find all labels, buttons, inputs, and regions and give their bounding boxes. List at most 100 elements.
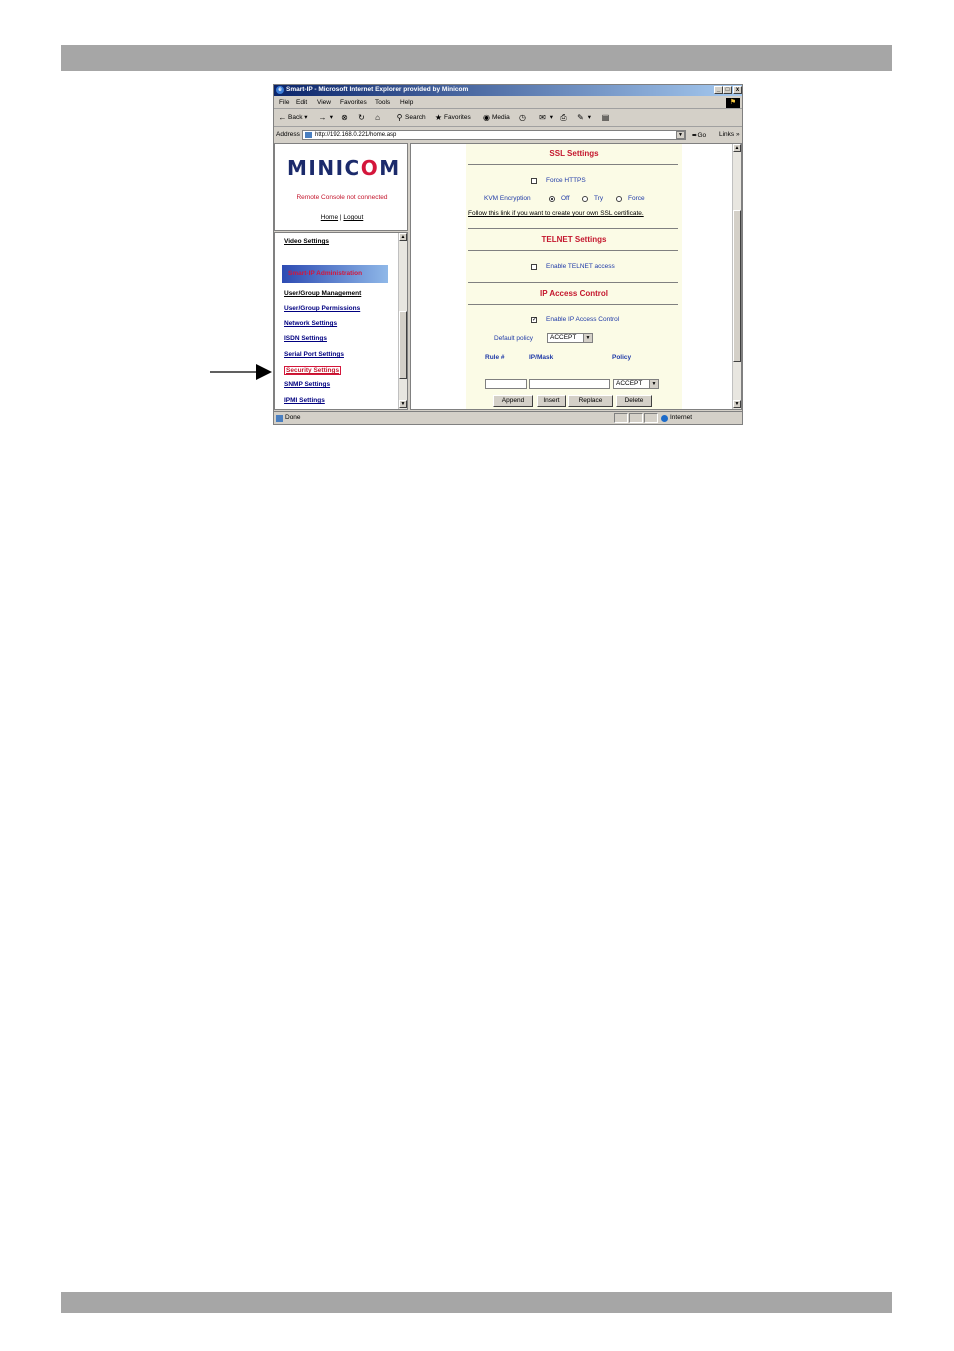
forward-button[interactable]: → ▾ xyxy=(318,113,334,122)
nav-isdn-settings[interactable]: ISDN Settings xyxy=(284,335,327,342)
logo-o-mark: O xyxy=(360,156,380,180)
security-zone-text: Internet xyxy=(670,414,693,421)
console-status-text: Remote Console not connected xyxy=(296,194,388,201)
nav-snmp-settings[interactable]: SNMP Settings xyxy=(284,381,330,388)
status-cell xyxy=(629,413,643,423)
replace-button[interactable]: Replace xyxy=(568,395,613,407)
maximize-button[interactable]: □ xyxy=(723,86,732,94)
nav-user-group-management[interactable]: User/Group Management xyxy=(284,290,361,297)
ip-access-section-title: IP Access Control xyxy=(539,289,609,298)
go-button[interactable]: ➨Go xyxy=(692,131,706,139)
edit-button[interactable]: ✎ ▾ xyxy=(576,113,591,122)
nav-user-group-permissions[interactable]: User/Group Permissions xyxy=(284,305,360,312)
menu-favorites[interactable]: Favorites xyxy=(340,99,367,106)
favorites-icon: ★ xyxy=(434,113,443,122)
dropdown-arrow-icon: ▼ xyxy=(649,380,658,388)
rule-policy-value: ACCEPT xyxy=(616,380,643,387)
minimize-button[interactable]: _ xyxy=(714,86,723,94)
media-button[interactable]: ◉ Media xyxy=(482,113,510,122)
home-link[interactable]: Home xyxy=(321,214,338,221)
internet-zone-icon xyxy=(661,415,668,422)
browser-window: e Smart-IP - Microsoft Internet Explorer… xyxy=(273,84,743,425)
forward-arrow-icon: → xyxy=(318,113,327,122)
telnet-section-title: TELNET Settings xyxy=(541,235,607,244)
links-button[interactable]: Links » xyxy=(719,131,740,138)
print-button[interactable]: ⎙ xyxy=(559,113,569,122)
back-label: Back xyxy=(288,114,303,122)
content-frame: SSL Settings Force HTTPS KVM Encryption … xyxy=(410,143,742,410)
ip-access-enable-label: Enable IP Access Control xyxy=(546,316,620,323)
menu-view[interactable]: View xyxy=(317,99,331,106)
menu-file[interactable]: File xyxy=(279,99,289,106)
ip-mask-input[interactable] xyxy=(529,379,610,389)
nav-ipmi-settings[interactable]: IPMI Settings xyxy=(284,397,325,404)
search-button[interactable]: ⚲ Search xyxy=(395,113,426,122)
telnet-enable-label: Enable TELNET access xyxy=(546,263,615,270)
menu-edit[interactable]: Edit xyxy=(296,99,307,106)
scroll-thumb[interactable] xyxy=(733,210,741,362)
home-button[interactable]: ⌂ xyxy=(373,113,383,122)
history-button[interactable]: ◷ xyxy=(518,113,528,122)
discuss-button[interactable]: ▤ xyxy=(601,113,611,122)
refresh-icon: ↻ xyxy=(358,113,365,122)
status-bar: Done Internet xyxy=(274,411,742,424)
address-bar: Address http://192.168.0.221/home.asp ▼ … xyxy=(274,128,742,141)
back-button[interactable]: ← Back ▾ xyxy=(278,113,308,122)
rule-number-input[interactable] xyxy=(485,379,527,389)
windows-flag-icon: ⚑ xyxy=(726,98,740,108)
kvm-force-radio[interactable] xyxy=(616,196,622,202)
favorites-button[interactable]: ★ Favorites xyxy=(434,113,471,122)
refresh-button[interactable]: ↻ xyxy=(357,113,367,122)
nav-video-settings[interactable]: Video Settings xyxy=(284,238,329,245)
menu-help[interactable]: Help xyxy=(400,99,413,106)
ip-mask-header: IP/Mask xyxy=(529,354,554,361)
nav-security-settings[interactable]: Security Settings xyxy=(284,366,342,375)
telnet-enable-checkbox[interactable] xyxy=(531,264,537,270)
ip-access-enable-checkbox[interactable]: ✓ xyxy=(531,317,537,323)
ssl-section-title: SSL Settings xyxy=(549,149,599,158)
scroll-thumb[interactable] xyxy=(399,311,407,379)
menu-tools[interactable]: Tools xyxy=(375,99,390,106)
admin-section-banner: Smart-IP Administration xyxy=(282,265,388,283)
go-label: Go xyxy=(697,132,707,139)
kvm-try-label: Try xyxy=(594,195,604,202)
insert-button[interactable]: Insert xyxy=(537,395,566,407)
media-icon: ◉ xyxy=(483,113,490,122)
logout-link[interactable]: Logout xyxy=(343,214,363,221)
nav-network-settings[interactable]: Network Settings xyxy=(284,320,337,327)
page-icon xyxy=(305,132,312,138)
page-done-icon xyxy=(276,415,283,422)
ssl-certificate-link[interactable]: Follow this link if you want to create y… xyxy=(468,210,644,217)
stop-button[interactable]: ⊗ xyxy=(340,113,350,122)
page-header-bar xyxy=(61,45,892,71)
policy-header: Policy xyxy=(612,354,632,361)
left-header-frame: MINICOM Remote Console not connected Hom… xyxy=(274,143,408,231)
append-button[interactable]: Append xyxy=(493,395,533,407)
close-button[interactable]: x xyxy=(733,86,742,94)
history-icon: ◷ xyxy=(519,113,526,122)
left-nav-frame: Video Settings Smart-IP Administration U… xyxy=(274,232,408,410)
address-input[interactable]: http://192.168.0.221/home.asp xyxy=(302,130,686,140)
address-dropdown-button[interactable]: ▼ xyxy=(676,131,685,139)
scroll-up-arrow-icon[interactable]: ▲ xyxy=(399,233,407,241)
default-policy-select[interactable]: ACCEPT ▼ xyxy=(547,333,593,343)
kvm-off-label: Off xyxy=(561,195,570,202)
address-url: http://192.168.0.221/home.asp xyxy=(315,132,397,138)
scroll-up-arrow-icon[interactable]: ▲ xyxy=(733,144,741,152)
mail-button[interactable]: ✉ ▾ xyxy=(538,113,553,122)
page-footer-bar xyxy=(61,1292,892,1313)
force-https-checkbox[interactable] xyxy=(531,178,537,184)
favorites-label: Favorites xyxy=(444,114,471,122)
media-label: Media xyxy=(492,114,510,122)
content-scrollbar[interactable]: ▲ ▼ xyxy=(732,144,741,409)
kvm-try-radio[interactable] xyxy=(582,196,588,202)
rule-policy-select[interactable]: ACCEPT ▼ xyxy=(613,379,659,389)
status-text: Done xyxy=(285,414,301,421)
scroll-down-arrow-icon[interactable]: ▼ xyxy=(399,400,407,408)
scroll-down-arrow-icon[interactable]: ▼ xyxy=(733,400,741,408)
kvm-off-radio[interactable] xyxy=(549,196,555,202)
minicom-logo: MINICOM xyxy=(287,156,401,180)
delete-button[interactable]: Delete xyxy=(616,395,652,407)
nav-serial-port-settings[interactable]: Serial Port Settings xyxy=(284,351,344,358)
left-nav-scrollbar[interactable]: ▲ ▼ xyxy=(398,233,407,409)
